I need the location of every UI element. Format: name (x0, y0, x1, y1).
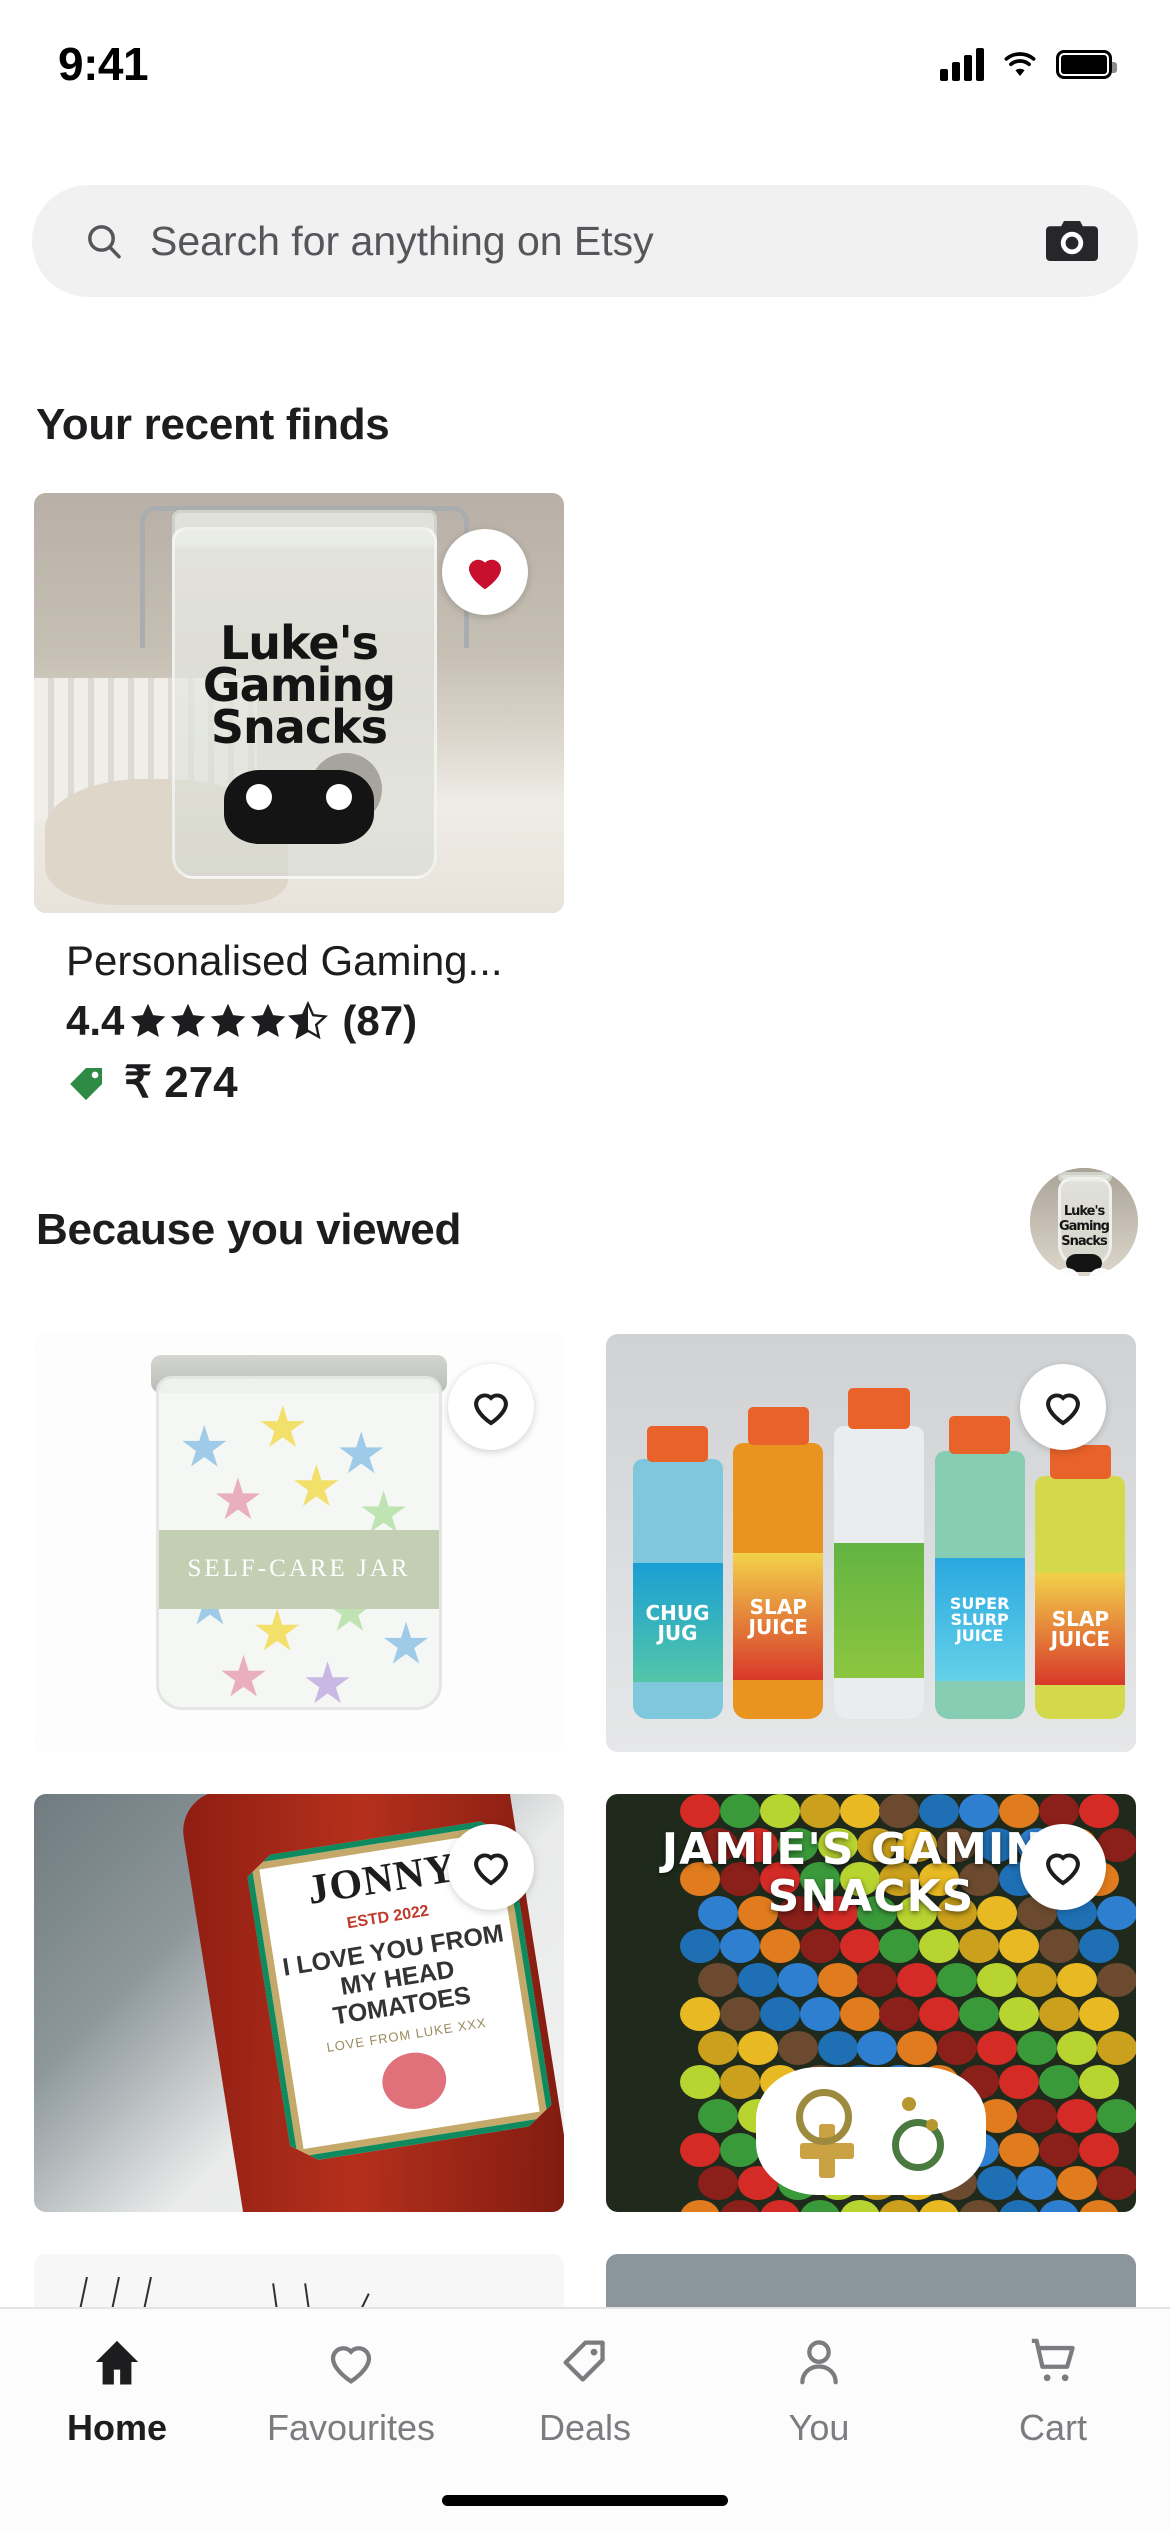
tab-favourites-label: Favourites (266, 2407, 436, 2448)
heart-outline-icon (474, 1853, 508, 1886)
grid-item-gaming-drinks[interactable]: CHUG JUG SLAP JUICE SUPER SLURP JUICE SL… (606, 1334, 1136, 1752)
star-rating (128, 1001, 329, 1041)
status-icons (940, 47, 1117, 81)
tab-deals[interactable]: Deals (468, 2335, 702, 2449)
status-time: 9:41 (58, 38, 149, 90)
home-indicator (442, 2495, 728, 2506)
status-bar: 9:41 (0, 0, 1170, 100)
jar-text-line3: Snacks (210, 700, 388, 754)
bottle-label: SLAP JUICE (733, 1553, 824, 1680)
review-count: (87) (342, 997, 418, 1044)
ketchup-message: I LOVE YOU FROM MY HEAD TOMATOES (280, 1919, 506, 2031)
star-full-icon (131, 1003, 166, 1037)
price-value: ₹ 274 (124, 1058, 238, 1107)
wifi-icon (1004, 52, 1036, 77)
recent-product-image[interactable]: Luke's Gaming Snacks (34, 493, 564, 913)
favorite-button[interactable] (1020, 1824, 1106, 1910)
because-you-viewed-heading: Because you viewed (36, 1205, 462, 1254)
camera-icon[interactable] (1044, 217, 1100, 265)
favorite-button[interactable] (1020, 1364, 1106, 1450)
viewed-items-grid: SELF-CARE JAR CHUG JUG SLAP JUICE SUPER … (34, 1334, 1136, 2374)
heart-outline-icon (1046, 1853, 1080, 1886)
game-controller-icon (756, 2067, 986, 2196)
tab-you[interactable]: You (702, 2335, 936, 2449)
ketchup-name: JONNY (304, 1844, 460, 1914)
etsy-home-screen: 9:41 Your recent finds (0, 0, 1170, 2532)
recent-finds-heading: Your recent finds (36, 400, 390, 449)
favorite-button[interactable] (448, 1364, 534, 1450)
home-icon (95, 2340, 139, 2385)
bottle-label: SUPER SLURP JUICE (934, 1558, 1025, 1682)
grid-item-self-care-jar[interactable]: SELF-CARE JAR (34, 1334, 564, 1752)
tab-home[interactable]: Home (0, 2335, 234, 2449)
heart-outline-icon (1046, 1393, 1080, 1426)
tab-cart[interactable]: Cart (936, 2335, 1170, 2449)
search-bar[interactable] (32, 185, 1138, 297)
star-full-icon (251, 1003, 286, 1037)
tab-you-label: You (788, 2407, 850, 2448)
rating-value: 4.4 (66, 997, 125, 1044)
recent-product-card[interactable]: Luke's Gaming Snacks Personalised Gaming… (34, 493, 564, 1108)
tab-favourites[interactable]: Favourites (234, 2335, 468, 2449)
person-icon (800, 2340, 838, 2385)
search-input[interactable] (124, 217, 1044, 265)
grid-item-jamies-gaming-snacks[interactable]: JAMIE'S GAMING SNACKS (606, 1794, 1136, 2212)
tab-home-label: Home (66, 2407, 168, 2448)
bottle-label: SLAP JUICE (1035, 1573, 1126, 1685)
cart-icon (1031, 2338, 1075, 2382)
star-half-icon (288, 1001, 329, 1040)
grid-item-personalised-ketchup[interactable]: JONNY ESTD 2022 I LOVE YOU FROM MY HEAD … (34, 1794, 564, 2212)
heart-icon (330, 2346, 372, 2384)
star-full-icon (171, 1003, 206, 1037)
heart-outline-icon (474, 1393, 508, 1426)
viewed-source-thumbnail[interactable]: Luke's Gaming Snacks (1030, 1168, 1138, 1276)
bottle-label: CHUG JUG (632, 1563, 723, 1683)
recent-product-title: Personalised Gaming... (66, 937, 503, 984)
recent-product-price: ₹ 274 (34, 1057, 564, 1108)
favorite-button[interactable] (442, 529, 528, 615)
tab-deals-label: Deals (538, 2407, 632, 2448)
signal-bars-icon (940, 47, 984, 81)
gamepad-graphic (224, 770, 374, 845)
bottle-label (833, 1543, 924, 1678)
self-care-jar-label-text: SELF-CARE JAR (187, 1555, 411, 1583)
tomato-illustration (378, 2048, 450, 2113)
battery-icon (1056, 49, 1117, 79)
search-icon (88, 225, 121, 259)
price-tag-icon (70, 1067, 103, 1100)
star-full-icon (211, 1003, 246, 1037)
favorite-button[interactable] (448, 1824, 534, 1910)
self-care-jar-label: SELF-CARE JAR (158, 1529, 440, 1609)
heart-filled-icon (468, 559, 502, 590)
tag-icon (563, 2340, 605, 2382)
recent-product-rating: 4.4 (87) (34, 997, 564, 1045)
tab-cart-label: Cart (1018, 2407, 1087, 2448)
